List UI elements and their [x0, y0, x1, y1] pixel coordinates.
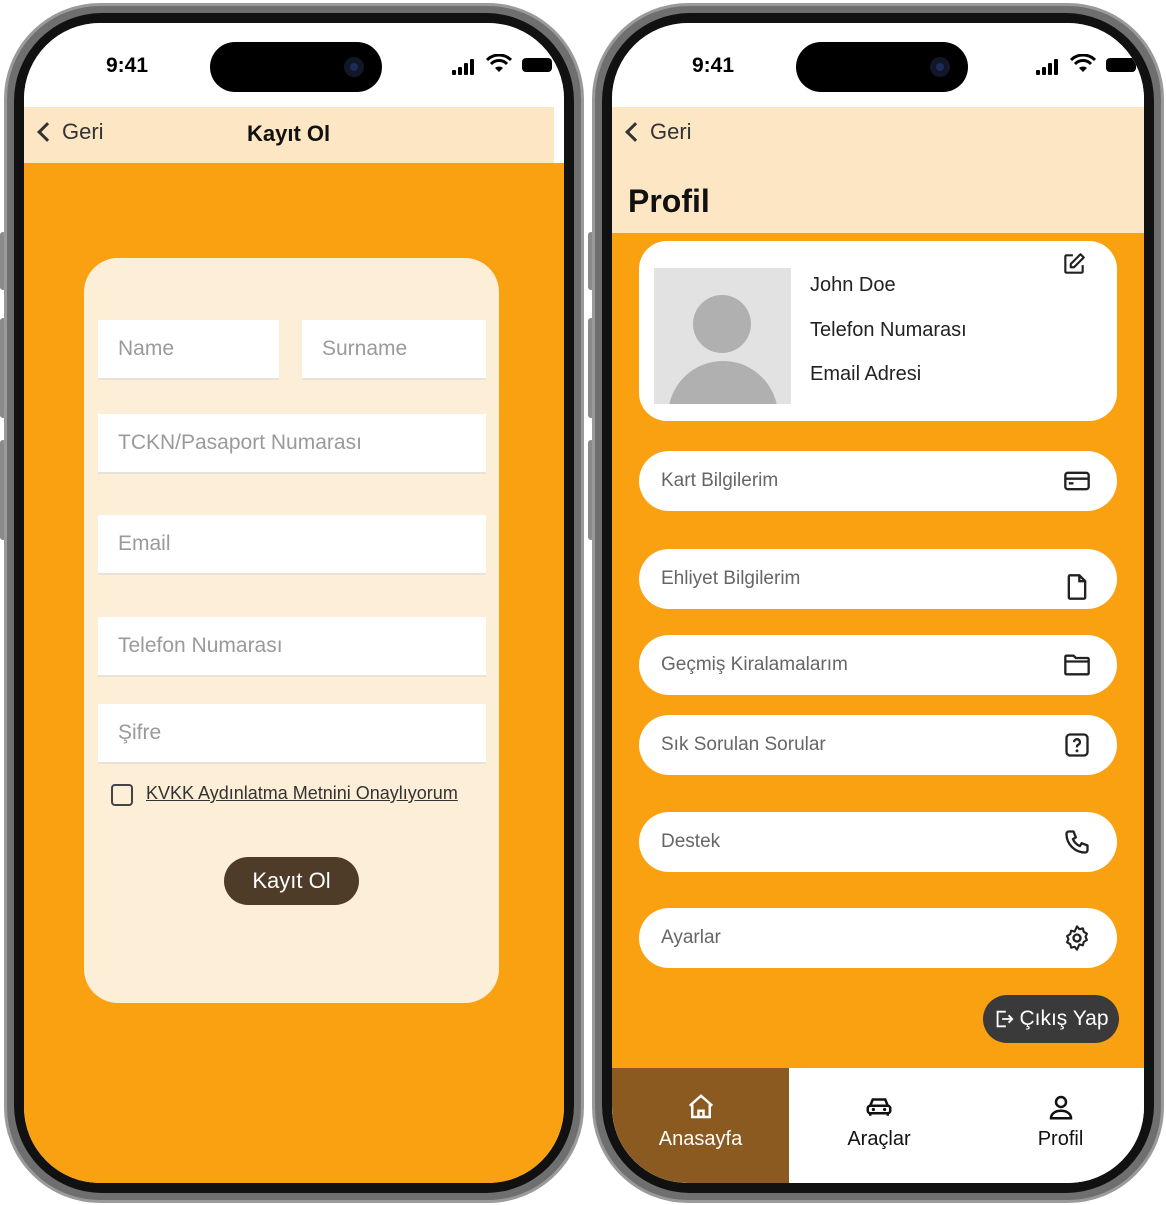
menu-item-settings[interactable]: Ayarlar — [639, 908, 1117, 968]
help-icon — [1065, 733, 1089, 757]
page-title: Profil — [628, 183, 710, 219]
battery-icon — [1106, 58, 1136, 72]
chevron-left-icon — [37, 122, 57, 142]
tab-vehicles[interactable]: Araçlar — [789, 1068, 969, 1183]
surname-input[interactable]: Surname — [302, 320, 486, 380]
menu-item-label: Destek — [661, 831, 721, 852]
user-card: John Doe Telefon Numarası Email Adresi — [639, 241, 1117, 421]
profile-screen: 9:41 Geri Profil John Doe Telefon Numara… — [612, 23, 1144, 1183]
profile-phone: 9:41 Geri Profil John Doe Telefon Numara… — [592, 3, 1164, 1203]
camera-icon — [930, 57, 950, 77]
signal-icon — [452, 59, 478, 75]
menu-item-license-info[interactable]: Ehliyet Bilgilerim — [639, 549, 1117, 609]
consent-link[interactable]: KVKK Aydınlatma Metnini Onaylıyorum — [146, 783, 458, 804]
status-bar: 9:41 — [24, 23, 564, 107]
tab-label: Profil — [1037, 1128, 1084, 1150]
user-icon — [1049, 1095, 1072, 1120]
menu-item-label: Kart Bilgilerim — [661, 470, 779, 491]
password-input[interactable]: Şifre — [98, 704, 486, 764]
back-button[interactable]: Geri — [37, 119, 104, 145]
profile-header: Geri Profil — [612, 107, 1144, 233]
status-time: 9:41 — [692, 54, 735, 77]
logout-button[interactable]: Çıkış Yap — [983, 995, 1119, 1043]
dynamic-island — [796, 42, 968, 92]
menu-item-faq[interactable]: Sık Sorulan Sorular — [639, 715, 1117, 775]
edit-icon[interactable] — [1061, 251, 1087, 277]
id-number-input[interactable]: TCKN/Pasaport Numarası — [98, 414, 486, 474]
menu-item-label: Ayarlar — [661, 927, 721, 948]
register-phone: 9:41 Geri Kayıt Ol Name Surname TCKN/Pas… — [4, 3, 584, 1203]
back-label: Geri — [650, 119, 692, 144]
back-label: Geri — [62, 119, 104, 144]
page-title: Kayıt Ol — [247, 121, 331, 146]
menu-item-label: Ehliyet Bilgilerim — [661, 568, 801, 589]
back-button[interactable]: Geri — [625, 119, 692, 145]
document-icon — [1067, 574, 1087, 600]
camera-icon — [344, 57, 364, 77]
menu-item-label: Geçmiş Kiralamalarım — [661, 654, 848, 675]
signal-icon — [1036, 59, 1062, 75]
bottom-tab-bar: Anasayfa Araçlar Profil — [612, 1068, 1144, 1183]
phone-icon — [1065, 830, 1089, 854]
email-input[interactable]: Email — [98, 515, 486, 575]
chevron-left-icon — [625, 122, 645, 142]
gear-icon — [1066, 925, 1088, 951]
register-screen: 9:41 Geri Kayıt Ol Name Surname TCKN/Pas… — [24, 23, 564, 1183]
register-card: Name Surname TCKN/Pasaport Numarası Emai… — [84, 258, 499, 1003]
dynamic-island — [210, 42, 382, 92]
menu-item-rental-history[interactable]: Geçmiş Kiralamalarım — [639, 635, 1117, 695]
home-icon — [688, 1094, 713, 1119]
status-time: 9:41 — [106, 54, 149, 77]
wifi-icon — [1070, 54, 1096, 72]
user-email: Email Adresi — [810, 363, 922, 385]
tab-home[interactable]: Anasayfa — [612, 1068, 789, 1183]
logout-icon — [997, 1010, 1014, 1028]
status-bar: 9:41 — [612, 23, 1144, 107]
menu-item-card-info[interactable]: Kart Bilgilerim — [639, 451, 1117, 511]
credit-card-icon — [1064, 471, 1090, 491]
wifi-icon — [486, 54, 512, 72]
register-header: Geri Kayıt Ol — [24, 107, 554, 163]
name-input[interactable]: Name — [98, 320, 279, 380]
user-name: John Doe — [810, 274, 896, 296]
tab-profile[interactable]: Profil — [969, 1068, 1144, 1183]
register-background: Name Surname TCKN/Pasaport Numarası Emai… — [24, 163, 564, 1183]
car-icon — [866, 1098, 892, 1116]
tab-label: Araçlar — [847, 1128, 911, 1150]
menu-item-support[interactable]: Destek — [639, 812, 1117, 872]
folder-icon — [1064, 654, 1090, 676]
menu-item-label: Sık Sorulan Sorular — [661, 734, 826, 755]
user-phone: Telefon Numarası — [810, 319, 967, 341]
register-button[interactable]: Kayıt Ol — [224, 857, 359, 905]
tab-label: Anasayfa — [658, 1128, 743, 1150]
battery-icon — [522, 58, 552, 72]
phone-input[interactable]: Telefon Numarası — [98, 617, 486, 677]
logout-label: Çıkış Yap — [1019, 1007, 1109, 1030]
consent-checkbox[interactable] — [111, 784, 133, 806]
profile-background: John Doe Telefon Numarası Email Adresi K… — [612, 233, 1144, 1068]
avatar — [654, 268, 791, 404]
